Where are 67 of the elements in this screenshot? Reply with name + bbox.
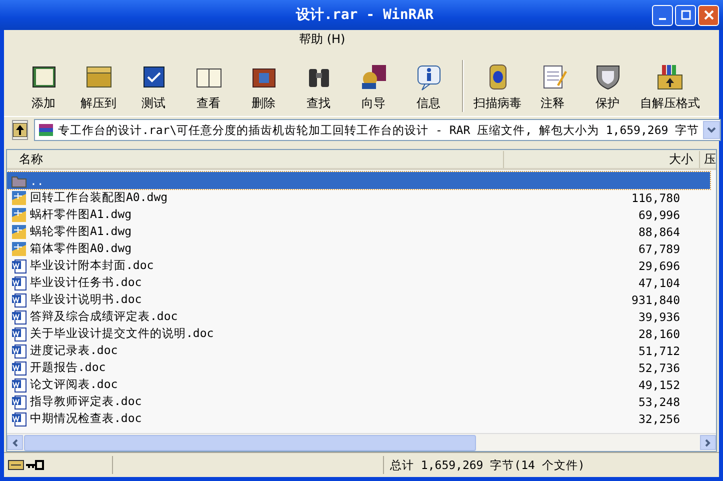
file-row[interactable]: 毕业设计说明书.doc 931,840 [7,291,710,308]
books-icon [38,122,54,138]
file-row[interactable]: 论文评阅表.doc 49,152 [7,376,710,393]
column-header[interactable]: 大小 [504,150,700,168]
word-document-icon [11,308,27,324]
toolbar-button[interactable]: 向导 [346,61,401,112]
scroll-thumb[interactable] [24,434,476,450]
word-document-icon [11,326,27,342]
file-row[interactable]: .. [7,172,710,189]
toolbar-button[interactable]: 解压到 [71,61,126,112]
chevron-left-icon [12,438,18,446]
word-document-icon [11,274,27,290]
close-icon [704,10,714,20]
file-row[interactable]: 关于毕业设计提交文件的说明.doc 28,160 [7,325,710,342]
column-header[interactable]: 名称 [7,150,504,168]
drive-icon [8,459,24,471]
word-document-icon [11,410,27,426]
chevron-right-icon [705,438,711,446]
file-row[interactable]: 答辩及综合成绩评定表.doc 39,936 [7,308,710,325]
scroll-right-button[interactable] [700,435,716,450]
up-folder-button[interactable] [12,120,28,140]
word-document-icon [11,376,27,392]
window-title: 设计.rar - WinRAR [294,6,435,24]
minimize-button[interactable] [652,4,673,26]
file-row[interactable]: 蜗轮零件图A1.dwg 88,864 [7,223,710,240]
file-row[interactable]: 中期情况检查表.doc 32,256 [7,410,710,427]
word-document-icon [11,258,27,274]
toolbar-button[interactable]: 保护 [580,61,635,112]
dropdown-button[interactable] [703,121,720,139]
word-document-icon [11,342,27,358]
drawing-file-icon [11,224,27,240]
file-row[interactable]: 毕业设计附本封面.doc 29,696 [7,257,710,274]
file-row[interactable]: 回转工作台装配图A0.dwg 116,780 [7,189,710,206]
status-text: 总计 1,659,269 字节(14 个文件) [383,456,719,474]
drawing-file-icon [11,240,27,256]
menu-item[interactable]: 帮助 (H) [296,30,348,48]
toolbar-button[interactable]: 扫描病毒 [470,61,525,112]
key-icon [26,460,44,470]
file-row[interactable]: 进度记录表.doc 51,712 [7,342,710,359]
maximize-button[interactable] [675,4,696,26]
toolbar-button[interactable]: 信息 [401,61,456,112]
minimize-icon [659,18,666,20]
toolbar-button[interactable]: 查找 [291,61,346,112]
word-document-icon [11,360,27,376]
file-row[interactable]: 毕业设计任务书.doc 47,104 [7,274,710,291]
word-document-icon [11,394,27,410]
toolbar-button[interactable]: 查看 [181,61,236,112]
file-row[interactable]: 蜗杆零件图A1.dwg 69,996 [7,206,710,223]
file-row[interactable]: 指导教师评定表.doc 53,248 [7,393,710,410]
maximize-icon [680,10,690,20]
horizontal-scrollbar[interactable] [7,433,716,451]
drawing-file-icon [11,190,27,206]
close-button[interactable] [698,4,719,26]
toolbar-button[interactable]: 注释 [525,61,580,112]
up-arrow-icon [13,123,27,137]
file-row[interactable]: 开题报告.doc 52,736 [7,359,710,376]
toolbar-button[interactable]: 测试 [126,61,181,112]
toolbar-button[interactable]: 添加 [16,61,71,112]
chevron-down-icon [707,127,716,133]
file-row[interactable]: 箱体零件图A0.dwg 67,789 [7,240,710,257]
scroll-left-button[interactable] [7,435,23,450]
toolbar-button[interactable]: 自解压格式 [635,61,705,112]
path-dropdown[interactable]: 专工作台的设计.rar\可任意分度的插齿机齿轮加工回转工作台的设计 - RAR 压缩文件, 解包大小为 1,659,269 字节 [34,119,722,141]
word-document-icon [11,292,27,308]
column-header[interactable]: 压 [700,150,716,168]
drawing-file-icon [11,206,27,222]
toolbar-button[interactable]: 删除 [236,61,291,112]
